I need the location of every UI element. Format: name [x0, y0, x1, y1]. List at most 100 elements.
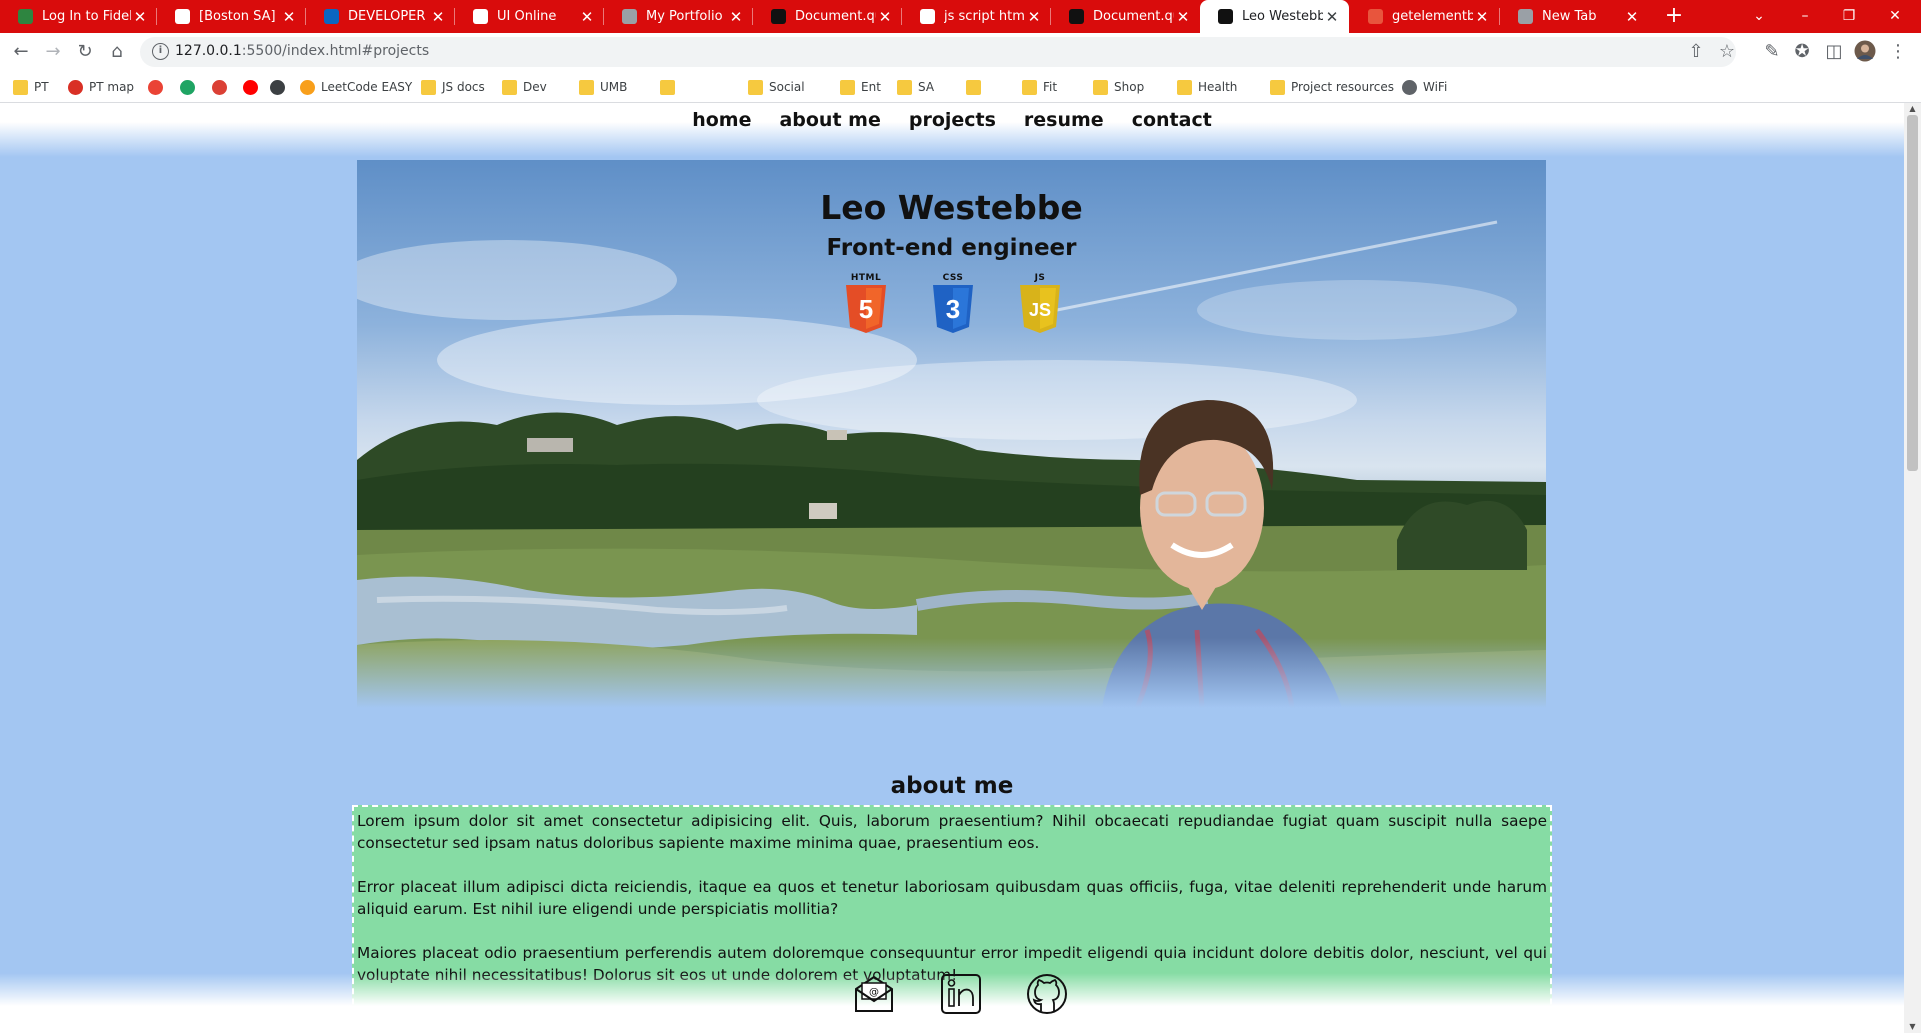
scroll-up-arrow-icon[interactable]: ▲: [1904, 103, 1921, 115]
tab-title: New Tab: [1542, 9, 1597, 24]
home-icon[interactable]: ⌂: [105, 40, 129, 64]
browser-tab[interactable]: Document.quer✕: [1051, 0, 1200, 33]
tab-title: Log In to Fidelity: [42, 9, 131, 24]
bookmark-item[interactable]: PT: [13, 78, 49, 96]
bookmark-item[interactable]: UMB: [579, 78, 627, 96]
bookmark-item[interactable]: Social: [748, 78, 805, 96]
close-window-icon[interactable]: ✕: [1873, 0, 1917, 33]
extension-pen-icon[interactable]: ✎: [1760, 40, 1784, 64]
svg-text:5: 5: [859, 294, 873, 324]
tab-search-chevron-icon[interactable]: ⌄: [1737, 0, 1781, 33]
bookmark-item[interactable]: JS docs: [421, 78, 485, 96]
footer-social-icons: @: [0, 968, 1904, 1018]
tab-close-icon[interactable]: ✕: [280, 8, 298, 26]
menu-kebab-icon[interactable]: ⋮: [1886, 40, 1910, 64]
minimize-icon[interactable]: –: [1783, 0, 1827, 33]
bookmark-item[interactable]: PT map: [68, 78, 134, 96]
tab-close-icon[interactable]: ✕: [1473, 8, 1491, 26]
address-bar[interactable]: i 127.0.0.1:5500/index.html#projects ⇧ ☆: [140, 37, 1736, 67]
forward-arrow-icon[interactable]: →: [41, 40, 65, 64]
browser-tab[interactable]: Log In to Fidelity✕: [0, 0, 157, 33]
share-icon[interactable]: ⇧: [1684, 40, 1708, 64]
bookmark-star-icon[interactable]: ☆: [1715, 40, 1739, 64]
nav-contact[interactable]: contact: [1132, 109, 1212, 131]
browser-tab[interactable]: Leo Westebbe✕: [1200, 0, 1349, 33]
tab-close-icon[interactable]: ✕: [1323, 8, 1341, 26]
css3-icon: CSS 3: [931, 273, 975, 335]
browser-tab[interactable]: My Portfolio ✕: [604, 0, 753, 33]
linkedin-icon[interactable]: [939, 973, 983, 1015]
tab-title: Leo Westebbe: [1242, 9, 1323, 24]
tab-close-icon[interactable]: ✕: [727, 8, 745, 26]
scrollbar-thumb[interactable]: [1907, 115, 1918, 471]
maximize-icon[interactable]: ❐: [1827, 0, 1871, 33]
profile-avatar[interactable]: [1853, 40, 1877, 64]
newtab-icon: [1518, 9, 1533, 24]
bookmark-label: JS docs: [442, 80, 485, 94]
site-nav: home about me projects resume contact: [0, 109, 1904, 131]
bookmark-label: Shop: [1114, 80, 1145, 94]
browser-tab[interactable]: New Tab ✕: [1500, 0, 1649, 33]
bookmark-item[interactable]: [180, 78, 201, 96]
tab-close-icon[interactable]: ✕: [578, 8, 596, 26]
tab-close-icon[interactable]: ✕: [131, 8, 149, 26]
bookmark-item[interactable]: Dev: [502, 78, 547, 96]
bookmark-item[interactable]: [243, 78, 264, 96]
github-icon[interactable]: [1025, 973, 1069, 1015]
bookmark-item[interactable]: [270, 78, 291, 96]
gmail-icon: [148, 79, 163, 95]
bookmark-item[interactable]: [660, 78, 681, 96]
bookmarks-bar: PT PT map LeetCode EASY JS docs Dev UMB Social…: [0, 71, 1921, 103]
back-arrow-icon[interactable]: ←: [9, 40, 33, 64]
tab-close-icon[interactable]: ✕: [1174, 8, 1192, 26]
nav-projects[interactable]: projects: [909, 109, 996, 131]
tab-title: My Portfolio: [646, 9, 723, 24]
url-text[interactable]: 127.0.0.1:5500/index.html#projects: [175, 43, 429, 59]
browser-tab[interactable]: [Boston SA] Dan✕: [157, 0, 306, 33]
bookmark-item[interactable]: Health: [1177, 78, 1237, 96]
folder-icon: [421, 79, 436, 95]
bookmark-label: Dev: [523, 80, 547, 94]
bookmark-label: Health: [1198, 80, 1238, 94]
site-info-icon[interactable]: i: [152, 43, 169, 60]
extensions-puzzle-icon[interactable]: ✪: [1790, 40, 1814, 64]
folder-icon: [1177, 79, 1192, 95]
lw-icon: [1218, 9, 1233, 24]
bookmark-item[interactable]: Fit: [1022, 78, 1057, 96]
browser-tab[interactable]: getelementbyid✕: [1350, 0, 1499, 33]
bookmark-item[interactable]: Project resources: [1270, 78, 1394, 96]
side-panel-icon[interactable]: ◫: [1822, 40, 1846, 64]
reload-icon[interactable]: ↻: [73, 40, 97, 64]
bookmark-item[interactable]: SA: [897, 78, 934, 96]
nav-about-me[interactable]: about me: [779, 109, 880, 131]
browser-tab[interactable]: UI Online ✕: [455, 0, 604, 33]
bookmark-item[interactable]: LeetCode EASY: [300, 78, 412, 96]
browser-tab[interactable]: Document.quer✕: [753, 0, 902, 33]
tab-separator: [901, 8, 902, 25]
browser-toolbar: ← → ↻ ⌂ i 127.0.0.1:5500/index.html#proj…: [0, 33, 1921, 71]
tab-close-icon[interactable]: ✕: [876, 8, 894, 26]
bookmark-label: Fit: [1043, 80, 1058, 94]
page-scrollbar[interactable]: ▲ ▼: [1904, 103, 1921, 1033]
bookmark-item[interactable]: [966, 78, 987, 96]
bookmark-item[interactable]: Shop: [1093, 78, 1144, 96]
bookmark-item[interactable]: [212, 78, 233, 96]
tab-close-icon[interactable]: ✕: [1025, 8, 1043, 26]
bookmark-label: PT map: [89, 80, 135, 94]
scroll-down-arrow-icon[interactable]: ▼: [1904, 1021, 1921, 1033]
tab-close-icon[interactable]: ✕: [1623, 8, 1641, 26]
browser-tab[interactable]: DEVELOPER INT✕: [306, 0, 455, 33]
browser-tab[interactable]: js script html he✕: [902, 0, 1051, 33]
bookmark-item[interactable]: WiFi: [1402, 78, 1447, 96]
new-tab-button[interactable]: +: [1660, 2, 1688, 30]
about-paragraph: Error placeat illum adipisci dicta reici…: [357, 878, 1547, 918]
nav-home[interactable]: home: [692, 109, 751, 131]
folder-icon: [1022, 79, 1037, 95]
bookmark-item[interactable]: Ent: [840, 78, 881, 96]
email-icon[interactable]: @: [852, 973, 896, 1015]
tab-separator: [1499, 8, 1500, 25]
nav-resume[interactable]: resume: [1024, 109, 1104, 131]
tab-separator: [1050, 8, 1051, 25]
bookmark-item[interactable]: [148, 78, 169, 96]
tab-close-icon[interactable]: ✕: [429, 8, 447, 26]
